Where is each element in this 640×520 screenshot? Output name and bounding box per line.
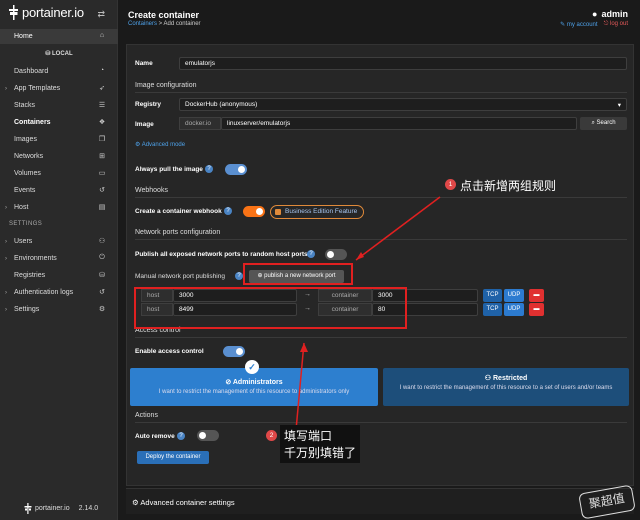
annotation-text-1: 点击新增两组规则: [460, 179, 557, 193]
annotation-text-2-line1: 填写端口: [284, 429, 333, 443]
annotation-badge-1: 1: [445, 179, 456, 190]
annotation-text-2-line2: 千万别填错了: [284, 446, 357, 460]
annotation-text-2: 填写端口 千万别填错了: [280, 425, 361, 463]
annotation-arrowhead-2: [300, 343, 308, 352]
annotation-arrow-2: [295, 342, 305, 431]
annotation-badge-2: 2: [266, 430, 277, 441]
annotation-arrowhead-1: [356, 252, 364, 260]
annotation-arrow-1: [355, 196, 441, 261]
